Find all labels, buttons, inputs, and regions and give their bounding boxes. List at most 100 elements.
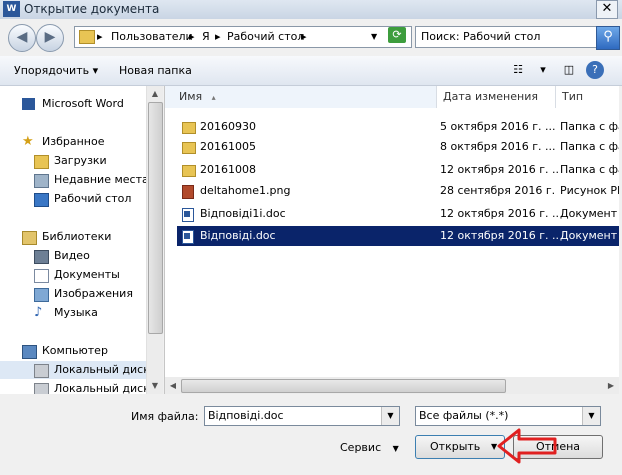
file-date: 12 октября 2016 г. ... bbox=[440, 163, 558, 176]
chevron-down-icon[interactable]: ▼ bbox=[582, 407, 600, 425]
tools-button[interactable]: Сервис ▼ bbox=[340, 441, 399, 454]
file-name: deltahome1.png bbox=[200, 184, 291, 197]
nav-item-recent-places[interactable]: Недавние места bbox=[0, 171, 149, 189]
column-header-type[interactable]: Тип bbox=[556, 86, 619, 108]
scroll-right-icon[interactable]: ▶ bbox=[603, 377, 619, 394]
window-title: Открытие документа bbox=[24, 2, 160, 16]
address-bar[interactable]: ▸ Пользователи ▸ Я ▸ Рабочий стол ▸ ▼ bbox=[74, 26, 412, 48]
star-icon: ★ bbox=[22, 134, 34, 149]
libraries-icon bbox=[22, 231, 37, 245]
nav-item-microsoft-word[interactable]: Microsoft Word bbox=[0, 95, 146, 113]
file-row[interactable]: 20160930 5 октября 2016 г. ... Папка с ф… bbox=[177, 117, 619, 137]
file-name: Відповіді1і.doc bbox=[200, 207, 286, 220]
nav-item-downloads[interactable]: Загрузки bbox=[0, 152, 146, 170]
filename-input[interactable]: Відповіді.doc ▼ bbox=[204, 406, 400, 426]
column-header-name[interactable]: Имя ▴ bbox=[165, 86, 437, 108]
organize-label: Упорядочить bbox=[14, 64, 90, 77]
nav-item-label: Избранное bbox=[42, 135, 105, 148]
nav-item-music[interactable]: ♪ Музыка bbox=[0, 304, 146, 322]
documents-icon bbox=[34, 269, 49, 283]
scroll-up-icon[interactable]: ▲ bbox=[147, 86, 163, 102]
navigation-pane: Microsoft Word ★ Избранное Загрузки Неда… bbox=[0, 86, 163, 394]
nav-scrollbar[interactable]: ▲ ▼ bbox=[146, 86, 163, 394]
search-input[interactable] bbox=[416, 27, 596, 45]
nav-item-label: Загрузки bbox=[54, 154, 107, 167]
search-box[interactable] bbox=[415, 26, 597, 48]
close-button[interactable]: ✕ bbox=[596, 0, 618, 19]
file-date: 12 октября 2016 г. ... bbox=[440, 229, 558, 242]
back-arrow-icon: ◀ bbox=[16, 29, 28, 45]
nav-item-desktop[interactable]: Рабочий стол bbox=[0, 190, 146, 208]
file-row-selected[interactable]: Відповіді.doc 12 октября 2016 г. ... Док… bbox=[177, 226, 619, 246]
scroll-down-icon[interactable]: ▼ bbox=[147, 378, 163, 394]
nav-item-label: Компьютер bbox=[42, 344, 108, 357]
nav-item-local-disk-c[interactable]: Локальный диск ( bbox=[0, 361, 158, 379]
file-list: Имя ▴ Дата изменения Тип 20160930 5 октя… bbox=[164, 86, 619, 394]
breadcrumb-users[interactable]: Пользователи bbox=[111, 30, 193, 43]
folder-icon bbox=[182, 122, 196, 134]
search-button[interactable]: ⚲ bbox=[596, 26, 620, 50]
nav-item-video[interactable]: Видео bbox=[0, 247, 146, 265]
file-date: 28 сентября 2016 г. ... bbox=[440, 184, 558, 197]
column-label: Дата изменения bbox=[443, 90, 538, 103]
view-options-icon[interactable]: ☷ bbox=[507, 61, 529, 79]
search-icon: ⚲ bbox=[603, 29, 613, 44]
view-dropdown-icon[interactable]: ▾ bbox=[532, 61, 554, 79]
images-icon bbox=[34, 288, 49, 302]
organize-button[interactable]: Упорядочить ▾ bbox=[14, 64, 98, 77]
new-folder-button[interactable]: Новая папка bbox=[119, 64, 192, 77]
nav-item-documents[interactable]: Документы bbox=[0, 266, 146, 284]
file-row[interactable]: 20161008 12 октября 2016 г. ... Папка с … bbox=[177, 160, 619, 180]
tools-label: Сервис bbox=[340, 441, 382, 454]
breadcrumb-desktop[interactable]: Рабочий стол bbox=[227, 30, 304, 43]
nav-item-label: Локальный диск ( bbox=[54, 382, 146, 394]
file-row[interactable]: deltahome1.png 28 сентября 2016 г. ... Р… bbox=[177, 181, 619, 201]
breadcrumb-separator: ▸ bbox=[189, 30, 195, 43]
open-label: Открыть bbox=[430, 440, 481, 453]
filename-label: Имя файла: bbox=[131, 410, 199, 423]
file-row[interactable]: Відповіді1і.doc 12 октября 2016 г. ... Д… bbox=[177, 204, 619, 224]
folder-icon bbox=[79, 30, 95, 44]
file-name: 20161005 bbox=[200, 140, 256, 153]
preview-pane-icon[interactable]: ◫ bbox=[558, 61, 580, 79]
nav-item-libraries[interactable]: Библиотеки bbox=[0, 228, 146, 246]
nav-item-local-disk-d[interactable]: Локальный диск ( bbox=[0, 380, 146, 394]
file-name: 20160930 bbox=[200, 120, 256, 133]
open-document-dialog: W Открытие документа ✕ ◀ ▶ ▸ Пользовател… bbox=[0, 0, 622, 475]
breadcrumb-separator: ▸ bbox=[301, 30, 307, 43]
nav-item-label: Недавние места bbox=[54, 173, 149, 186]
refresh-button[interactable]: ⟳ bbox=[388, 27, 406, 43]
nav-item-images[interactable]: Изображения bbox=[0, 285, 146, 303]
scroll-thumb[interactable] bbox=[181, 379, 506, 393]
scroll-left-icon[interactable]: ◀ bbox=[165, 377, 181, 394]
file-list-hscrollbar[interactable]: ◀ ▶ bbox=[165, 377, 619, 394]
music-icon: ♪ bbox=[34, 305, 43, 320]
file-type: Папка с фай bbox=[560, 140, 619, 153]
red-arrow-annotation bbox=[497, 428, 557, 464]
column-header-date[interactable]: Дата изменения bbox=[437, 86, 556, 108]
chevron-down-icon[interactable]: ▼ bbox=[381, 407, 399, 425]
computer-icon bbox=[22, 345, 37, 359]
scroll-thumb[interactable] bbox=[148, 102, 163, 334]
file-type: Рисунок PNG bbox=[560, 184, 619, 197]
file-type: Документ М bbox=[560, 229, 619, 242]
drive-icon bbox=[34, 364, 49, 378]
word-icon bbox=[22, 98, 35, 110]
breadcrumb-me[interactable]: Я bbox=[202, 30, 210, 43]
breadcrumb-separator: ▸ bbox=[97, 30, 103, 43]
nav-item-computer[interactable]: Компьютер bbox=[0, 342, 146, 360]
nav-item-label: Локальный диск ( bbox=[54, 363, 158, 376]
chevron-down-icon[interactable]: ▼ bbox=[371, 32, 377, 41]
file-type: Папка с фай bbox=[560, 120, 619, 133]
file-type-filter[interactable]: Все файлы (*.*) ▼ bbox=[415, 406, 601, 426]
open-button[interactable]: Открыть ▼ bbox=[415, 435, 505, 459]
file-row[interactable]: 20161005 8 октября 2016 г. ... Папка с ф… bbox=[177, 137, 619, 157]
back-button[interactable]: ◀ bbox=[8, 24, 36, 52]
downloads-icon bbox=[34, 155, 49, 169]
file-name: 20161008 bbox=[200, 163, 256, 176]
file-name: Відповіді.doc bbox=[200, 229, 276, 242]
nav-item-favorites[interactable]: ★ Избранное bbox=[0, 133, 146, 151]
help-icon[interactable]: ? bbox=[586, 61, 604, 79]
forward-button[interactable]: ▶ bbox=[36, 24, 64, 52]
file-date: 8 октября 2016 г. ... bbox=[440, 140, 556, 153]
